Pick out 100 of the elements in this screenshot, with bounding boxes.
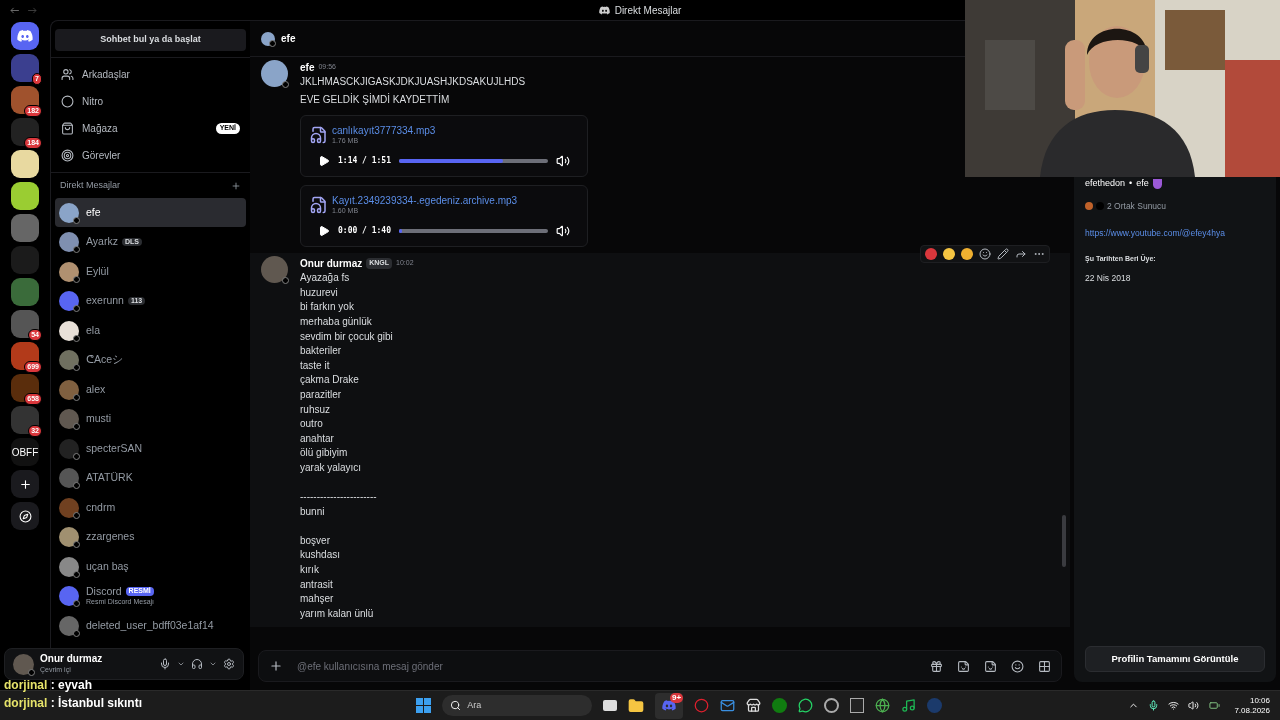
gif-icon[interactable]: [957, 659, 970, 673]
settings-button[interactable]: [223, 658, 235, 670]
message-input[interactable]: @efe kullanıcısına mesaj gönder: [258, 650, 1062, 682]
home-button[interactable]: [11, 22, 39, 50]
store-icon[interactable]: [746, 698, 762, 713]
avatar: [59, 615, 79, 636]
start-icon[interactable]: [416, 698, 432, 713]
profile-display-name: efe: [1136, 177, 1149, 190]
avatar: [59, 468, 79, 488]
mutual-servers[interactable]: 2 Ortak Sunucu: [1107, 199, 1167, 213]
back-icon[interactable]: [10, 7, 19, 14]
dm-item[interactable]: ATATÜRK: [55, 463, 246, 493]
apps-icon[interactable]: [1038, 659, 1051, 673]
folder-icon[interactable]: [628, 697, 645, 714]
reaction-icon[interactable]: [961, 248, 973, 261]
message-line: bi farkın yok: [300, 300, 355, 315]
music-app-icon[interactable]: [901, 698, 917, 713]
sticker-icon[interactable]: [984, 659, 997, 673]
avatar: [59, 261, 79, 282]
server-icon[interactable]: OBFF: [11, 438, 39, 466]
dm-name: zzargenes: [86, 530, 135, 544]
avatar: [59, 438, 79, 459]
message-line: ölü gibiyim: [300, 446, 349, 461]
message-line: anahtar: [300, 431, 335, 446]
profile-link[interactable]: https://www.youtube.com/@efey4hya: [1085, 227, 1265, 240]
file-link[interactable]: canlıkayıt3777334.mp3: [332, 124, 436, 138]
quests-icon: [61, 148, 74, 162]
microphone-icon[interactable]: [1148, 700, 1160, 711]
caret-icon[interactable]: [177, 660, 185, 668]
message-line: huzurevi: [300, 285, 339, 300]
shield-icon: [1152, 178, 1162, 189]
dm-item[interactable]: ᕦAceシ: [55, 345, 246, 375]
play-button[interactable]: [318, 155, 330, 168]
message-line: bunni: [300, 504, 326, 519]
dm-item[interactable]: ela: [55, 315, 246, 346]
message-author[interactable]: efe: [300, 60, 315, 75]
discord-logo-icon: [598, 5, 610, 15]
dm-name: alex: [86, 382, 106, 397]
attach-button[interactable]: [269, 659, 283, 673]
dm-name: efe: [86, 205, 101, 220]
message-line: Ayazağa fs: [300, 271, 351, 286]
message-line: çakma Drake: [300, 373, 360, 388]
new-dm-button[interactable]: [231, 180, 241, 191]
dm-name: specterSAN: [86, 441, 143, 456]
dm-name: cndrm: [86, 500, 116, 515]
taskbar-app[interactable]: 9+: [655, 692, 684, 719]
reaction-icon[interactable]: [943, 248, 955, 261]
play-button[interactable]: [318, 225, 330, 238]
avatar: [59, 291, 79, 311]
audio-progress-track[interactable]: [399, 159, 548, 164]
audio-progress-track[interactable]: [399, 229, 548, 234]
caret-icon[interactable]: [209, 660, 217, 668]
microphone-button[interactable]: [159, 658, 171, 670]
nav-item[interactable]: Görevler: [55, 141, 246, 169]
add-reaction-icon[interactable]: [979, 248, 991, 261]
dm-item[interactable]: alex: [55, 374, 246, 405]
stream-chat-line: dorjinal : eyvah: [4, 677, 94, 694]
volume-button[interactable]: [556, 224, 570, 239]
dm-name: Discord: [86, 585, 122, 599]
dm-item[interactable]: deleted_user_bdff03e1af14: [55, 610, 246, 641]
add-server-button[interactable]: [11, 470, 39, 498]
search-button[interactable]: Sohbet bul ya da başlat: [55, 28, 246, 51]
clock[interactable]: 10:06 7.08.2026: [1230, 695, 1270, 716]
gift-icon[interactable]: [930, 659, 943, 673]
dm-name: uçan baş: [86, 559, 129, 574]
dm-name: musti: [86, 412, 112, 426]
message-author[interactable]: Onur durmaz: [300, 256, 363, 272]
nav-item[interactable]: Arkadaşlar: [55, 60, 246, 88]
battery-icon[interactable]: [1208, 700, 1222, 711]
dm-item[interactable]: specterSAN: [55, 433, 246, 464]
headphones-button[interactable]: [191, 658, 203, 670]
browser-icon[interactable]: [694, 698, 710, 713]
message-line: yarım kalan ünlü: [300, 606, 375, 621]
network-icon[interactable]: [1168, 700, 1180, 711]
dm-item[interactable]: cndrm: [55, 492, 246, 523]
view-profile-button[interactable]: Profilin Tamamını Görüntüle: [1085, 646, 1265, 672]
volume-icon[interactable]: [1188, 700, 1200, 711]
task-view-icon[interactable]: [603, 700, 618, 711]
chat-app-icon[interactable]: [798, 698, 814, 713]
dm-item[interactable]: Eylül: [55, 256, 246, 287]
dm-item[interactable]: efe: [55, 197, 246, 228]
avatar: [59, 350, 79, 370]
dm-item[interactable]: musti: [55, 404, 246, 434]
edit-icon[interactable]: [997, 248, 1009, 261]
message-line: ruhsuz: [300, 402, 331, 417]
dm-item[interactable]: zzargenes: [55, 522, 246, 552]
explore-button[interactable]: [11, 502, 39, 530]
message-line: JKLHMASCKJIGASKJDKJUASHJKDSAKUJLHDS: [300, 75, 527, 89]
dm-name: ela: [86, 323, 100, 338]
dm-item[interactable]: uçan baş: [55, 551, 246, 582]
mail-icon[interactable]: [720, 698, 736, 713]
volume-button[interactable]: [556, 154, 570, 169]
nav-item[interactable]: Nitro: [55, 87, 246, 115]
file-link[interactable]: Kayıt.2349239334-.egedeniz.archive.mp3: [332, 194, 518, 208]
avatar: [59, 586, 79, 606]
taskbar-search[interactable]: Ara: [442, 695, 593, 716]
emoji-icon[interactable]: [1011, 659, 1024, 673]
scrollbar-thumb[interactable]: [1062, 515, 1066, 567]
message-line: -----------------------: [300, 490, 378, 505]
browser-icon[interactable]: [875, 698, 891, 713]
